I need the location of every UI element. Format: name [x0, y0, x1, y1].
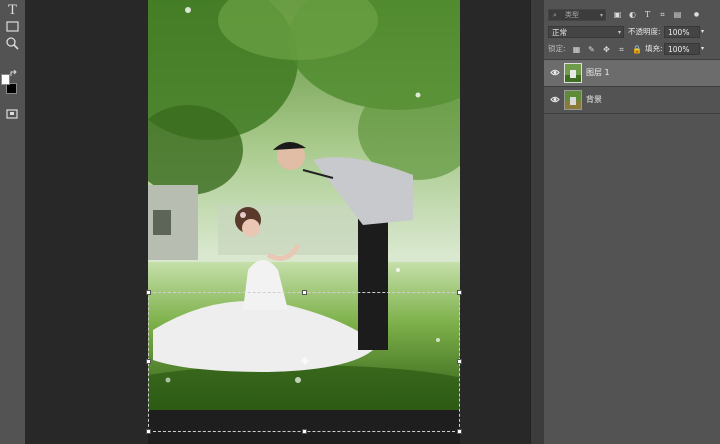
layer-name: 背景	[586, 95, 602, 104]
layer-kind-filter[interactable]: ⌕ 类型 ▾	[548, 9, 606, 21]
filter-toggle-icon[interactable]: ●	[692, 10, 701, 19]
image-filter-icon[interactable]: ▣	[613, 10, 622, 19]
search-icon: ⌕	[553, 11, 557, 19]
opacity-dropdown-icon[interactable]: ▾	[701, 26, 704, 38]
type-filter-icon[interactable]: T	[643, 10, 652, 19]
lock-image-icon[interactable]: ✎	[587, 45, 596, 54]
tools-panel: T	[0, 0, 25, 444]
layer-row-background[interactable]: 背景	[544, 86, 720, 113]
lock-position-icon[interactable]: ✥	[602, 45, 611, 54]
transform-handle-right[interactable]	[457, 359, 462, 364]
transform-handle-bottom[interactable]	[302, 429, 307, 434]
fill-dropdown-icon[interactable]: ▾	[701, 43, 704, 55]
chevron-down-icon: ▾	[617, 29, 621, 36]
lock-all-icon[interactable]: 🔒	[632, 45, 642, 54]
lock-label: 锁定:	[548, 44, 566, 53]
transform-handle-bottom-right[interactable]	[457, 429, 462, 434]
adjustment-filter-icon[interactable]: ◐	[628, 10, 637, 19]
transform-center-point-icon[interactable]	[301, 357, 309, 365]
transform-handle-top-right[interactable]	[457, 290, 462, 295]
type-tool-icon[interactable]: T	[4, 3, 21, 19]
layer-thumbnail	[564, 90, 582, 110]
zoom-tool-icon[interactable]	[4, 35, 21, 51]
layer-row-layer-1[interactable]: 图层 1	[544, 59, 720, 86]
visibility-eye-icon[interactable]	[550, 95, 560, 104]
opacity-value: 100%	[668, 28, 690, 37]
fill-value: 100%	[668, 45, 690, 54]
visibility-eye-icon[interactable]	[550, 68, 560, 77]
shape-filter-icon[interactable]: ⌗	[658, 10, 667, 19]
blend-mode-select[interactable]: 正常 ▾	[548, 26, 624, 38]
smart-object-filter-icon[interactable]: ▤	[673, 10, 682, 19]
divider	[544, 113, 720, 114]
opacity-label: 不透明度:	[628, 27, 661, 36]
blend-mode-value: 正常	[552, 28, 567, 37]
chevron-down-icon: ▾	[599, 12, 603, 19]
opacity-input[interactable]: 100%	[664, 26, 700, 38]
layer-kind-label: 类型	[565, 11, 579, 19]
canvas-vertical-scrollbar[interactable]	[530, 0, 544, 444]
fill-input[interactable]: 100%	[664, 43, 700, 55]
layer-thumbnail	[564, 63, 582, 83]
layers-panel: ⌕ 类型 ▾ ▣ ◐ T ⌗ ▤ ● 正常 ▾ 不透明度: 100% ▾ 锁定:…	[544, 0, 720, 444]
document-canvas[interactable]	[25, 0, 530, 444]
transform-handle-top-left[interactable]	[146, 290, 151, 295]
swap-colors-icon[interactable]	[10, 70, 18, 78]
screen-mode-icon[interactable]	[4, 106, 21, 122]
free-transform-bounding-box[interactable]	[146, 290, 462, 434]
layer-name: 图层 1	[586, 68, 610, 77]
rectangle-tool-icon[interactable]	[4, 19, 21, 35]
lock-transparent-icon[interactable]: ▦	[572, 45, 581, 54]
lock-artboard-icon[interactable]: ⌗	[617, 45, 626, 54]
transform-handle-bottom-left[interactable]	[146, 429, 151, 434]
transform-handle-top[interactable]	[302, 290, 307, 295]
foreground-color-swatch[interactable]	[1, 74, 10, 85]
fill-label: 填充:	[645, 44, 663, 53]
transform-handle-left[interactable]	[146, 359, 151, 364]
